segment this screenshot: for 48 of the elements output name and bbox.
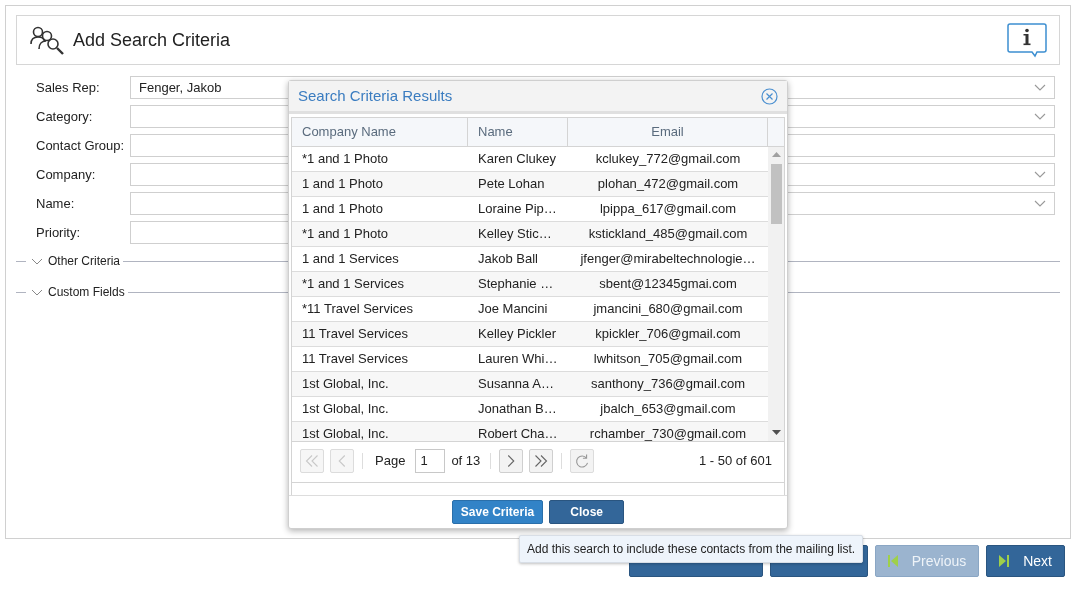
page-label: Page bbox=[375, 451, 406, 470]
table-cell-text: Joe Mancini bbox=[478, 300, 548, 319]
table-cell-text: kstickland_485@gmail.com bbox=[588, 225, 748, 244]
dialog-title: Search Criteria Results bbox=[298, 85, 453, 106]
field-label: Priority: bbox=[36, 223, 82, 242]
table-cell-text: Karen Clukey bbox=[478, 150, 557, 169]
table-cell-text: 11 Travel Services bbox=[302, 350, 408, 369]
table-cell-text: Loraine Pip… bbox=[478, 200, 557, 219]
table-cell-text: 11 Travel Services bbox=[302, 325, 408, 344]
table-cell-text: kpickler_706@gmail.com bbox=[595, 325, 741, 344]
table-cell-text: jfenger@mirabeltechnologie… bbox=[580, 250, 756, 269]
table-cell-text: 1st Global, Inc. bbox=[302, 400, 389, 419]
table-cell-text: santhony_736@gmail.com bbox=[590, 375, 746, 394]
table-cell-text: *1 and 1 Photo bbox=[302, 150, 389, 169]
table-cell-text: Jakob Ball bbox=[478, 250, 538, 269]
table-cell-text: lwhitson_705@gmail.com bbox=[593, 350, 743, 369]
field-label: Category: bbox=[36, 107, 94, 126]
table-cell-text: 1 and 1 Photo bbox=[302, 175, 383, 194]
field-label: Company: bbox=[36, 165, 97, 184]
table-cell-text: Lauren Whi… bbox=[478, 350, 558, 369]
field-label: Name: bbox=[36, 194, 76, 213]
table-cell-text: Robert Cha… bbox=[478, 425, 558, 441]
table-cell-text: jmancini_680@gmail.com bbox=[593, 300, 743, 319]
table-cell-text: *1 and 1 Services bbox=[302, 275, 404, 294]
table-cell-text: Pete Lohan bbox=[478, 175, 545, 194]
tooltip: Add this search to include these contacts from the mailing list. bbox=[519, 535, 864, 563]
table-cell-text: Jonathan B… bbox=[478, 400, 557, 419]
table-cell-text: rchamber_730@gmail.com bbox=[589, 425, 747, 441]
record-count: 1 - 50 of 601 bbox=[699, 451, 772, 470]
table-cell-text: lpippa_617@gmail.com bbox=[599, 200, 737, 219]
table-cell-text: 1 and 1 Services bbox=[302, 250, 399, 269]
table-cell-text: jbalch_653@gmail.com bbox=[600, 400, 736, 419]
table-cell-text: *11 Travel Services bbox=[302, 300, 414, 319]
field-label: Sales Rep: bbox=[36, 78, 101, 97]
table-cell-text: 1st Global, Inc. bbox=[302, 375, 389, 394]
table-cell-text: sbent@12345gmai.com bbox=[599, 275, 737, 294]
page-title: Add Search Criteria bbox=[73, 28, 231, 52]
table-cell-text: *1 and 1 Photo bbox=[302, 225, 389, 244]
page-count: of 13 bbox=[451, 451, 481, 470]
table-cell-text: Stephanie … bbox=[478, 275, 554, 294]
table-cell-text: Kelley Stic… bbox=[478, 225, 552, 244]
table-cell-text: 1st Global, Inc. bbox=[302, 425, 389, 441]
table-cell-text: kclukey_772@gmail.com bbox=[595, 150, 741, 169]
table-cell-text: Kelley Pickler bbox=[478, 325, 557, 344]
field-label: Contact Group: bbox=[36, 136, 126, 155]
table-cell-text: 1 and 1 Photo bbox=[302, 200, 383, 219]
table-cell-text: plohan_472@gmail.com bbox=[597, 175, 739, 194]
table-cell-text: Susanna A… bbox=[478, 375, 554, 394]
